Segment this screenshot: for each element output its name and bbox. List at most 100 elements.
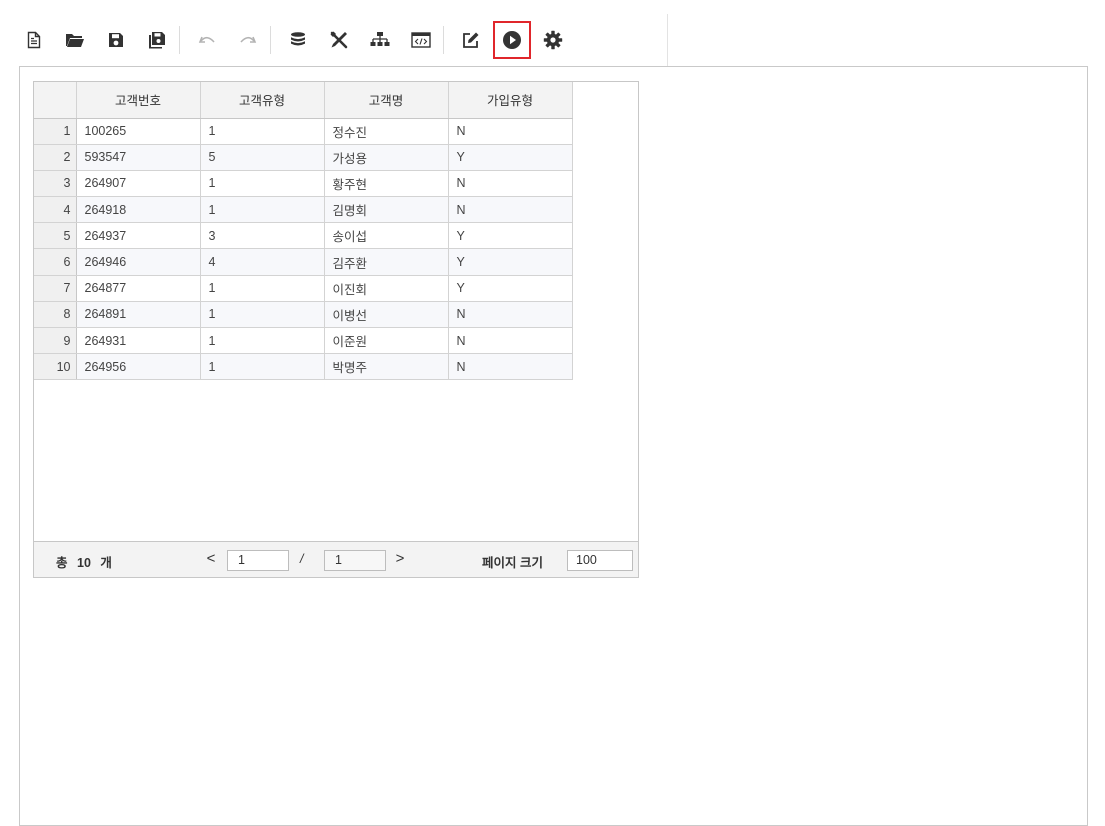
cell-customer-name[interactable]: 이준원 [324,327,449,355]
cell-customer-no[interactable]: 100265 [76,118,201,145]
cell-customer-no[interactable]: 264891 [76,301,201,329]
code-view-button[interactable] [407,26,435,54]
cell-join-type[interactable]: N [448,196,573,224]
grid-header-row: 고객번호 고객유형 고객명 가입유형 [34,82,573,119]
total-prefix: 총 [56,556,68,570]
run-icon [503,31,521,49]
save-as-icon [149,32,165,49]
page-size-input[interactable]: 100 [567,550,633,571]
cell-customer-name[interactable]: 이병선 [324,301,449,329]
cell-customer-no[interactable]: 264946 [76,248,201,276]
cell-customer-name[interactable]: 정수진 [324,118,449,145]
table-row[interactable]: 7 264877 1 이진회 Y [34,275,573,302]
column-header[interactable]: 고객번호 [76,82,201,119]
tools-icon [330,31,348,49]
hierarchy-button[interactable] [366,26,394,54]
cell-join-type[interactable]: N [448,327,573,355]
cell-customer-type[interactable]: 1 [200,275,325,302]
code-view-icon [411,32,431,48]
table-row[interactable]: 6 264946 4 김주환 Y [34,248,573,276]
cell-join-type[interactable]: Y [448,144,573,171]
undo-icon [198,36,215,43]
cell-customer-type[interactable]: 1 [200,170,325,198]
cell-join-type[interactable]: N [448,170,573,198]
cell-customer-type[interactable]: 3 [200,222,325,250]
table-row[interactable]: 2 593547 5 가성용 Y [34,144,573,171]
cell-customer-type[interactable]: 4 [200,248,325,276]
cell-customer-no[interactable]: 264877 [76,275,201,302]
cell-join-type[interactable]: Y [448,248,573,276]
undo-button[interactable] [193,26,221,54]
table-row[interactable]: 9 264931 1 이준원 N [34,327,573,355]
next-page-button[interactable]: > [393,550,407,568]
data-grid: 고객번호 고객유형 고객명 가입유형 1 100265 1 정수진 N 2 59… [33,81,639,578]
column-header[interactable]: 가입유형 [448,82,573,119]
table-row[interactable]: 5 264937 3 송이섭 Y [34,222,573,250]
run-button[interactable] [493,21,531,59]
hierarchy-icon [370,32,390,46]
page-size-label: 페이지 크기 [482,556,543,570]
cell-customer-no[interactable]: 264931 [76,327,201,355]
total-count-value: 10 [77,556,91,570]
row-number: 3 [34,170,77,198]
cell-customer-no[interactable]: 264937 [76,222,201,250]
save-as-button[interactable] [143,26,171,54]
table-row[interactable]: 1 100265 1 정수진 N [34,118,573,145]
pagination-bar: 총 10 개 < 1 / 1 > 페이지 크기 100 [34,541,638,577]
table-row[interactable]: 10 264956 1 박명주 N [34,353,573,381]
settings-icon [543,30,563,50]
cell-customer-name[interactable]: 김명회 [324,196,449,224]
table-row[interactable]: 8 264891 1 이병선 N [34,301,573,329]
column-header[interactable]: 고객명 [324,82,449,119]
cell-customer-name[interactable]: 김주환 [324,248,449,276]
cell-customer-type[interactable]: 1 [200,353,325,381]
toolbar-separator [179,26,180,54]
cell-customer-name[interactable]: 이진회 [324,275,449,302]
prev-page-button[interactable]: < [204,550,218,568]
cell-join-type[interactable]: N [448,301,573,329]
cell-customer-name[interactable]: 가성용 [324,144,449,171]
row-number: 8 [34,301,77,329]
toolbar-separator [443,26,444,54]
new-file-icon [27,31,41,49]
redo-button[interactable] [234,26,262,54]
cell-customer-name[interactable]: 황주현 [324,170,449,198]
row-number: 10 [34,353,77,381]
cell-customer-name[interactable]: 송이섭 [324,222,449,250]
cell-customer-type[interactable]: 5 [200,144,325,171]
cell-customer-no[interactable]: 264918 [76,196,201,224]
row-number: 1 [34,118,77,145]
cell-customer-type[interactable]: 1 [200,196,325,224]
table-row[interactable]: 4 264918 1 김명회 N [34,196,573,224]
column-header[interactable]: 고객유형 [200,82,325,119]
cell-join-type[interactable]: Y [448,275,573,302]
cell-join-type[interactable]: N [448,118,573,145]
toolbar [20,14,668,66]
tools-button[interactable] [325,26,353,54]
database-button[interactable] [284,26,312,54]
current-page-input[interactable]: 1 [227,550,289,571]
cell-customer-no[interactable]: 593547 [76,144,201,171]
open-button[interactable] [61,26,89,54]
open-folder-icon [66,34,84,47]
cell-customer-name[interactable]: 박명주 [324,353,449,381]
cell-join-type[interactable]: N [448,353,573,381]
cell-customer-type[interactable]: 1 [200,327,325,355]
cell-customer-type[interactable]: 1 [200,118,325,145]
edit-button[interactable] [457,26,485,54]
cell-customer-no[interactable]: 264956 [76,353,201,381]
table-row[interactable]: 3 264907 1 황주현 N [34,170,573,198]
cell-customer-no[interactable]: 264907 [76,170,201,198]
page-separator: / [300,552,304,566]
cell-customer-type[interactable]: 1 [200,301,325,329]
cell-join-type[interactable]: Y [448,222,573,250]
new-file-button[interactable] [20,26,48,54]
toolbar-separator [270,26,271,54]
result-panel: 고객번호 고객유형 고객명 가입유형 1 100265 1 정수진 N 2 59… [19,66,1088,826]
total-pages-field: 1 [324,550,386,571]
settings-button[interactable] [539,26,567,54]
row-number: 2 [34,144,77,171]
save-icon [109,33,123,47]
database-icon [291,32,305,46]
save-button[interactable] [102,26,130,54]
